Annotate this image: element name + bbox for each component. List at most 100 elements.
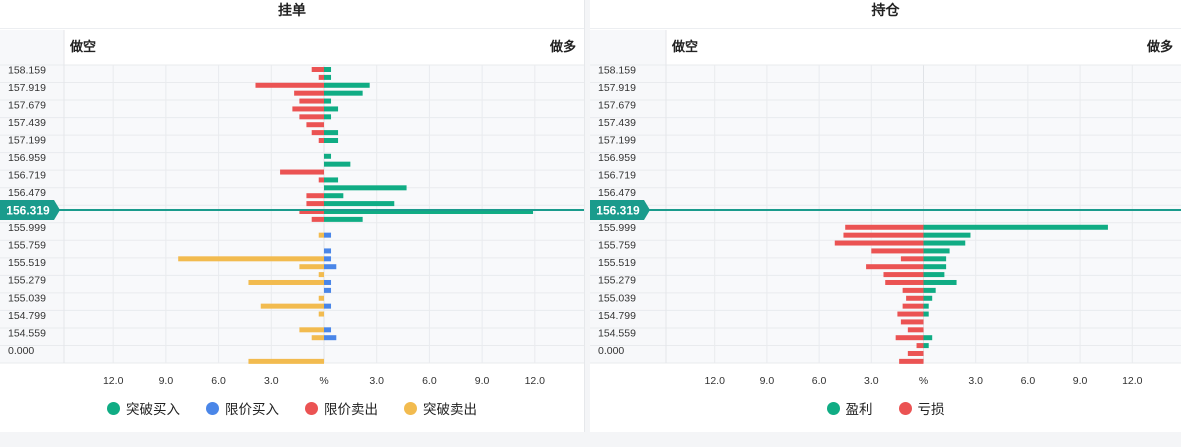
legend-item[interactable]: 限价卖出 bbox=[305, 398, 378, 418]
positions-panel: 持仓 做空 做多 12.0 9.0 6.0 3.0% 3.0 6.0 9.0 12.0 158.15… bbox=[590, 0, 1181, 432]
y-tick-label: 156.959 bbox=[8, 152, 46, 164]
legend-dot bbox=[898, 401, 912, 415]
bar-loss bbox=[907, 350, 924, 356]
y-tick-label: 155.519 bbox=[8, 257, 46, 269]
bar-limit_buy bbox=[324, 335, 337, 341]
bar-limit_sell bbox=[306, 201, 324, 207]
bar-profit bbox=[923, 248, 950, 254]
bar-limit_sell bbox=[292, 106, 324, 112]
y-tick-label: 155.999 bbox=[8, 222, 46, 234]
y-tick-label: 156.959 bbox=[598, 152, 636, 164]
y-tick-label: 157.439 bbox=[598, 117, 636, 129]
y-tick-label: 157.199 bbox=[598, 135, 636, 147]
y-tick-label: 155.279 bbox=[598, 275, 636, 287]
legend-dot bbox=[206, 401, 219, 415]
bar-breakout_buy bbox=[324, 67, 332, 72]
bar-limit_sell bbox=[255, 82, 324, 88]
short-label: 做空 bbox=[671, 39, 698, 54]
y-tick-label: 157.679 bbox=[598, 99, 636, 111]
legend-dot bbox=[107, 401, 120, 415]
bar-breakout_buy bbox=[324, 185, 407, 191]
bar-profit bbox=[923, 240, 966, 246]
bar-loss bbox=[866, 264, 924, 270]
bar-loss bbox=[902, 287, 924, 293]
y-tick-label: 158.159 bbox=[8, 64, 46, 76]
bar-limit_sell bbox=[311, 67, 324, 72]
bar-limit_sell bbox=[299, 98, 324, 104]
y-tick-label: 0.000 bbox=[598, 345, 624, 357]
x-tick-label: 12.0 bbox=[103, 375, 124, 387]
legend-dot bbox=[305, 401, 318, 415]
x-tick-label: 6.0 bbox=[422, 375, 437, 387]
bar-breakout_sell bbox=[299, 264, 324, 270]
bar-breakout_sell bbox=[318, 295, 324, 301]
bar-breakout_buy bbox=[324, 216, 363, 222]
bar-breakout_sell bbox=[318, 272, 324, 278]
legend-dot bbox=[404, 401, 417, 415]
x-tick-label: 3.0 bbox=[864, 375, 879, 387]
bar-profit bbox=[923, 224, 1108, 230]
y-tick-label: 155.039 bbox=[8, 292, 46, 304]
legend-item[interactable]: 亏损 bbox=[898, 398, 945, 418]
bar-profit bbox=[923, 343, 929, 349]
bar-breakout_buy bbox=[324, 74, 332, 80]
bar-breakout_sell bbox=[299, 327, 324, 333]
y-tick-label: 156.719 bbox=[8, 170, 46, 182]
y-tick-label: 155.279 bbox=[8, 275, 46, 287]
bar-limit_buy bbox=[324, 248, 332, 254]
bar-profit bbox=[923, 264, 947, 270]
bar-loss bbox=[843, 232, 924, 238]
bar-loss bbox=[900, 256, 924, 262]
x-tick-label: 9.0 bbox=[1073, 375, 1088, 387]
positions-legend: 盈利 亏损 bbox=[590, 398, 1181, 418]
bar-loss bbox=[834, 240, 924, 246]
bar-profit bbox=[923, 287, 936, 293]
x-tick-label: 3.0 bbox=[968, 375, 983, 387]
bar-limit_sell bbox=[318, 74, 324, 80]
orders-panel: 挂单 做空 做多 12.0 9.0 6.0 3.0% 3.0 6.0 9.0 12.0 158.15… bbox=[0, 0, 585, 432]
legend-item[interactable]: 限价买入 bbox=[206, 398, 279, 418]
legend-label: 限价买入 bbox=[225, 402, 279, 417]
legend-label: 突破卖出 bbox=[423, 402, 477, 417]
bar-limit_sell bbox=[318, 137, 324, 143]
legend-label: 盈利 bbox=[845, 402, 873, 417]
bar-profit bbox=[923, 335, 933, 341]
bar-loss bbox=[906, 295, 924, 301]
legend-item[interactable]: 盈利 bbox=[826, 398, 873, 418]
x-tick-label: % bbox=[919, 375, 928, 387]
bar-loss bbox=[845, 224, 924, 230]
legend-item[interactable]: 突破买入 bbox=[107, 398, 180, 418]
bar-breakout_buy bbox=[324, 98, 332, 104]
current-price-text: 156.319 bbox=[6, 204, 50, 218]
bar-loss bbox=[871, 248, 924, 254]
bar-breakout_sell bbox=[260, 303, 324, 309]
bar-breakout_sell bbox=[178, 256, 324, 262]
x-tick-label: % bbox=[319, 375, 328, 387]
y-tick-label: 157.919 bbox=[8, 82, 46, 94]
bar-limit_sell bbox=[306, 122, 324, 128]
bar-loss bbox=[899, 358, 924, 364]
legend-label: 限价卖出 bbox=[324, 402, 378, 417]
bar-profit bbox=[923, 272, 945, 278]
y-tick-label: 155.999 bbox=[598, 222, 636, 234]
y-tick-label: 157.439 bbox=[8, 117, 46, 129]
y-tick-label: 156.479 bbox=[598, 187, 636, 199]
y-tick-label: 155.039 bbox=[598, 292, 636, 304]
x-tick-label: 12.0 bbox=[1122, 375, 1143, 387]
x-tick-label: 6.0 bbox=[211, 375, 226, 387]
y-tick-label: 154.559 bbox=[8, 327, 46, 339]
y-tick-label: 155.759 bbox=[8, 240, 46, 252]
bar-profit bbox=[923, 295, 933, 301]
y-tick-label: 155.519 bbox=[598, 257, 636, 269]
bar-breakout_buy bbox=[324, 114, 332, 120]
y-tick-label: 154.799 bbox=[8, 310, 46, 322]
bar-loss bbox=[897, 311, 924, 317]
y-tick-label: 156.479 bbox=[8, 187, 46, 199]
bar-limit_sell bbox=[294, 90, 324, 96]
bar-breakout_buy bbox=[324, 201, 395, 207]
legend-item[interactable]: 突破卖出 bbox=[404, 398, 477, 418]
y-tick-label: 157.679 bbox=[8, 99, 46, 111]
current-price-text: 156.319 bbox=[596, 204, 640, 218]
x-tick-label: 9.0 bbox=[475, 375, 490, 387]
bar-loss bbox=[907, 327, 924, 333]
